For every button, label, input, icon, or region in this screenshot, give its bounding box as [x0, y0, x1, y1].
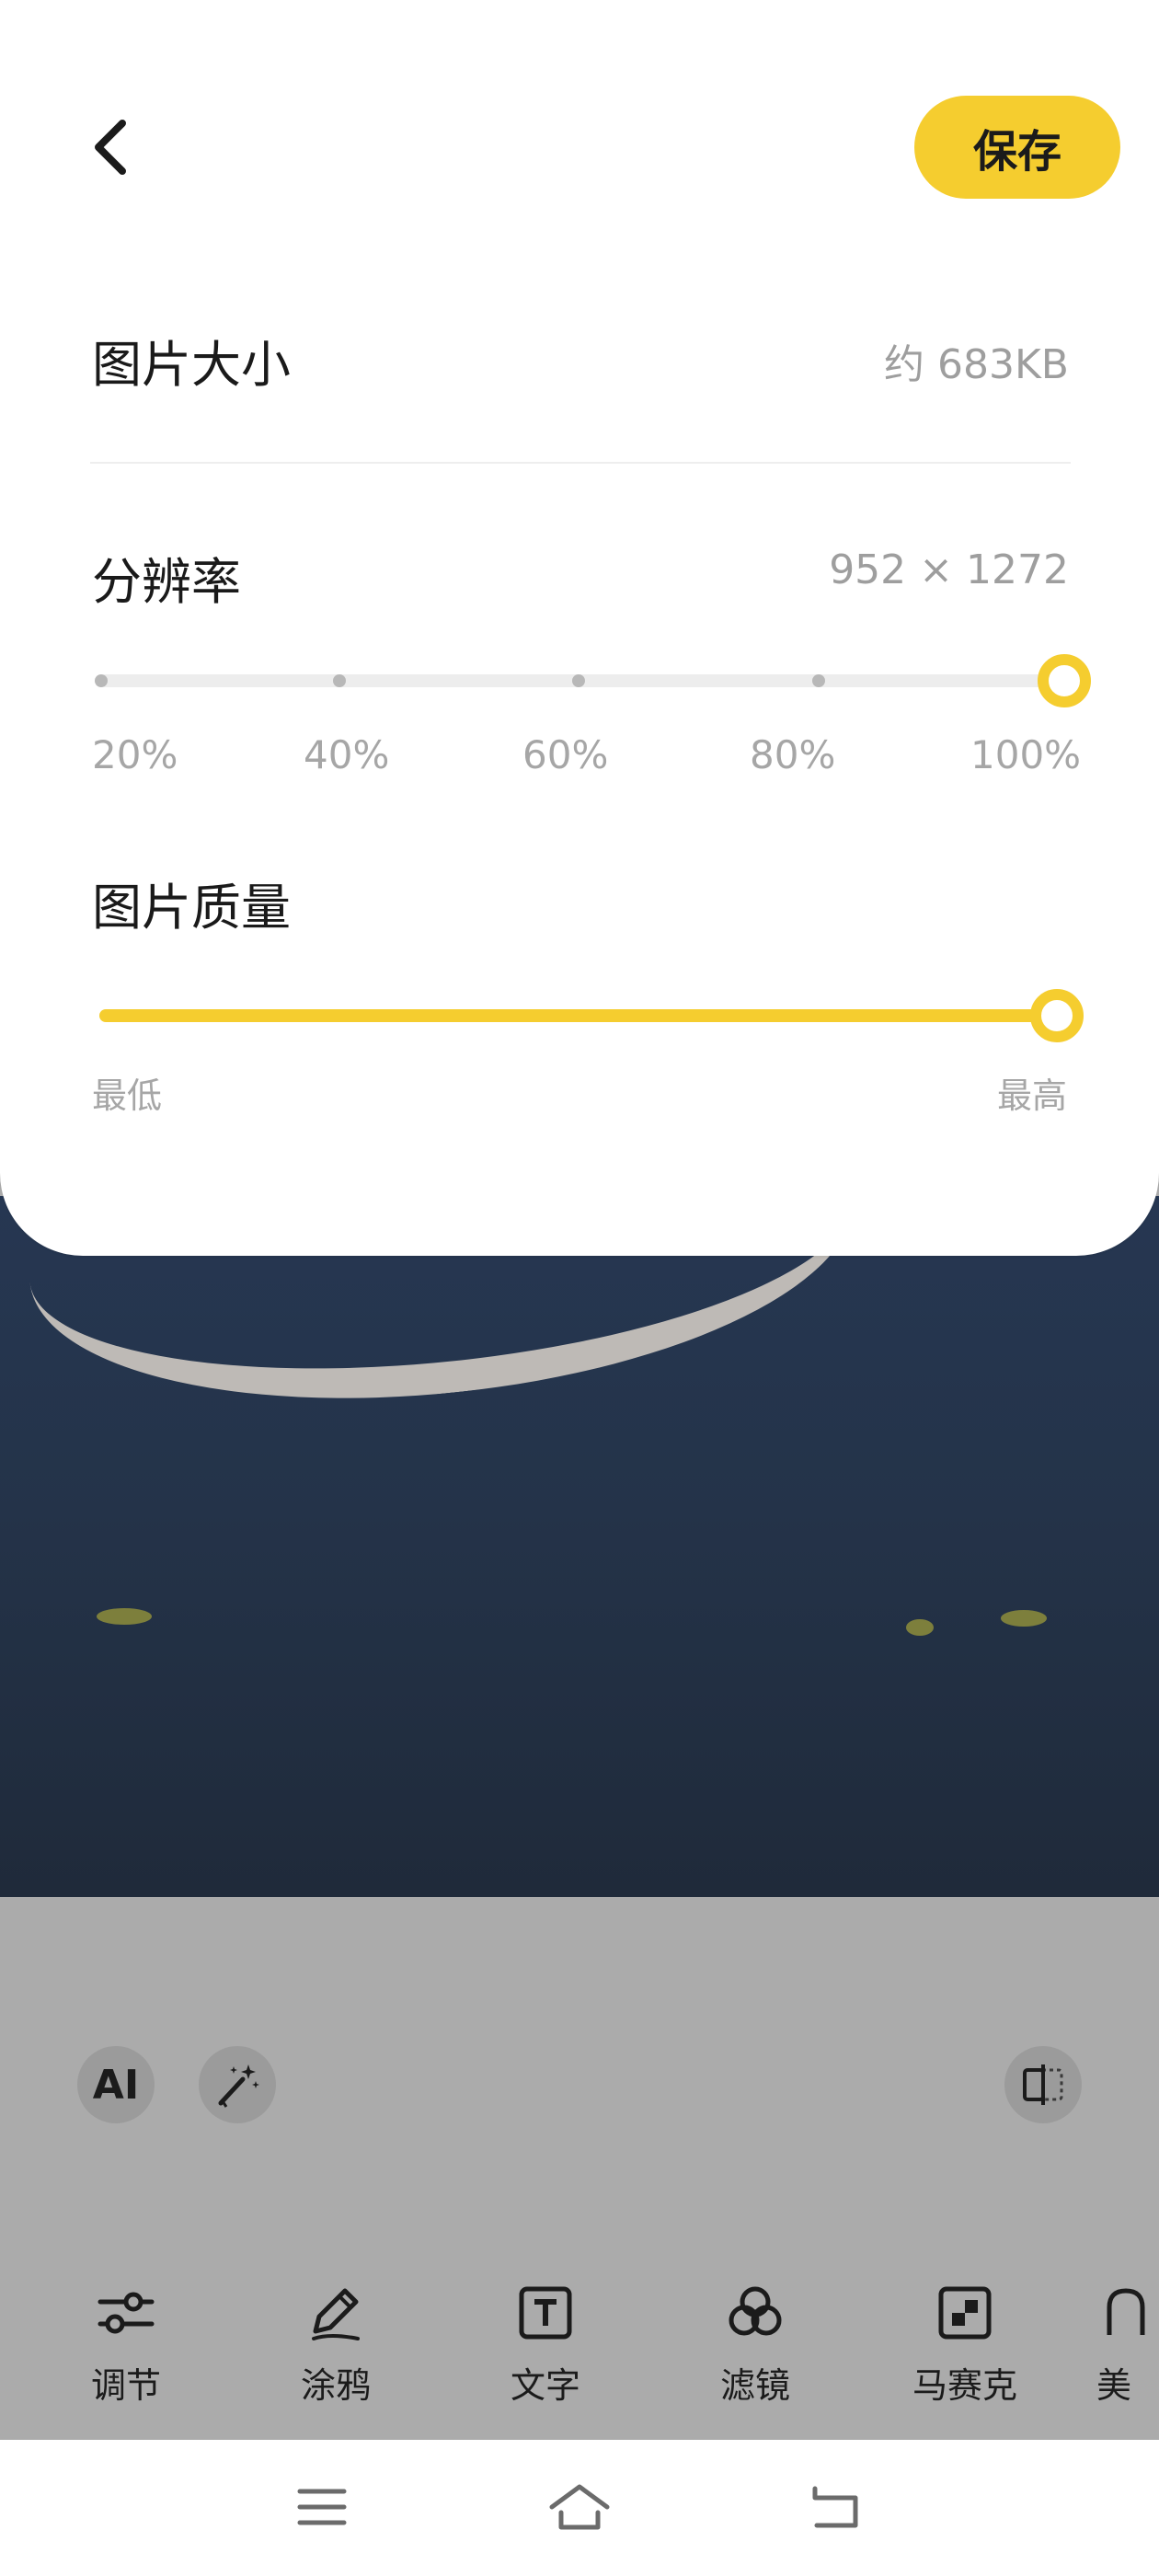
- tool-label: 马赛克: [912, 2365, 1017, 2406]
- resolution-title: 分辨率: [92, 553, 241, 611]
- photo-light: [97, 1608, 152, 1625]
- magic-wand-icon: [218, 2064, 259, 2108]
- resolution-option-40[interactable]: 40%: [304, 732, 389, 777]
- quality-max-label: 最高: [996, 1075, 1067, 1116]
- resolution-option-100[interactable]: 100%: [970, 732, 1081, 777]
- quality-min-label: 最低: [92, 1075, 163, 1116]
- quality-slider-thumb[interactable]: [1030, 989, 1084, 1042]
- resolution-slider-thumb[interactable]: [1038, 654, 1091, 707]
- nav-home-button[interactable]: [538, 2466, 621, 2548]
- quality-title: 图片质量: [92, 879, 291, 937]
- tool-text[interactable]: 文字: [467, 2280, 624, 2418]
- export-settings-panel: 保存 图片大小 约 683KB 分辨率 952 × 1272 20% 40% 6…: [0, 0, 1159, 1256]
- image-size-value: 约 683KB: [883, 341, 1069, 388]
- tool-adjust[interactable]: 调节: [48, 2280, 204, 2418]
- system-nav-bar: [0, 2440, 1159, 2576]
- photo-light: [906, 1619, 934, 1636]
- filter-circles-icon: [729, 2286, 782, 2336]
- menu-icon: [297, 2489, 347, 2525]
- tool-label: 调节: [90, 2365, 161, 2406]
- chevron-left-icon: [95, 120, 126, 175]
- tool-label: 美: [1096, 2365, 1132, 2406]
- photo-preview: [0, 1196, 1159, 1897]
- sliders-icon: [98, 2292, 155, 2334]
- pencil-icon: [312, 2288, 360, 2340]
- resolution-option-20[interactable]: 20%: [92, 732, 178, 777]
- resolution-step-dot[interactable]: [572, 674, 585, 687]
- quality-slider-track[interactable]: [99, 1009, 1074, 1022]
- resolution-option-80[interactable]: 80%: [750, 732, 835, 777]
- resolution-step-dot[interactable]: [812, 674, 825, 687]
- resolution-value: 952 × 1272: [829, 546, 1069, 593]
- tool-label: 文字: [510, 2365, 580, 2406]
- nav-back-button[interactable]: [796, 2466, 878, 2548]
- home-icon: [549, 2484, 610, 2530]
- image-size-title: 图片大小: [92, 336, 291, 394]
- tool-mosaic[interactable]: 马赛克: [887, 2280, 1043, 2418]
- tool-doodle[interactable]: 涂鸦: [258, 2280, 414, 2418]
- tool-label: 滤镜: [719, 2365, 790, 2406]
- nav-menu-button[interactable]: [281, 2466, 363, 2548]
- beauty-icon: [1107, 2288, 1145, 2335]
- photo-light: [1001, 1610, 1047, 1627]
- tool-beauty[interactable]: 美: [1096, 2280, 1159, 2418]
- return-icon: [812, 2486, 858, 2528]
- resolution-step-dot[interactable]: [333, 674, 346, 687]
- ai-button[interactable]: AI: [77, 2046, 155, 2123]
- tool-label: 涂鸦: [300, 2365, 371, 2406]
- ai-label: AI: [92, 2061, 140, 2109]
- back-button[interactable]: [81, 112, 138, 182]
- resolution-option-60[interactable]: 60%: [522, 732, 608, 777]
- compare-icon: [1023, 2064, 1063, 2105]
- magic-wand-button[interactable]: [199, 2046, 276, 2123]
- mosaic-icon: [938, 2286, 992, 2340]
- save-button[interactable]: 保存: [914, 96, 1120, 199]
- compare-button[interactable]: [1004, 2046, 1082, 2123]
- tool-filter[interactable]: 滤镜: [677, 2280, 833, 2418]
- resolution-step-dot[interactable]: [95, 674, 108, 687]
- divider: [90, 462, 1071, 464]
- text-box-icon: [519, 2286, 572, 2340]
